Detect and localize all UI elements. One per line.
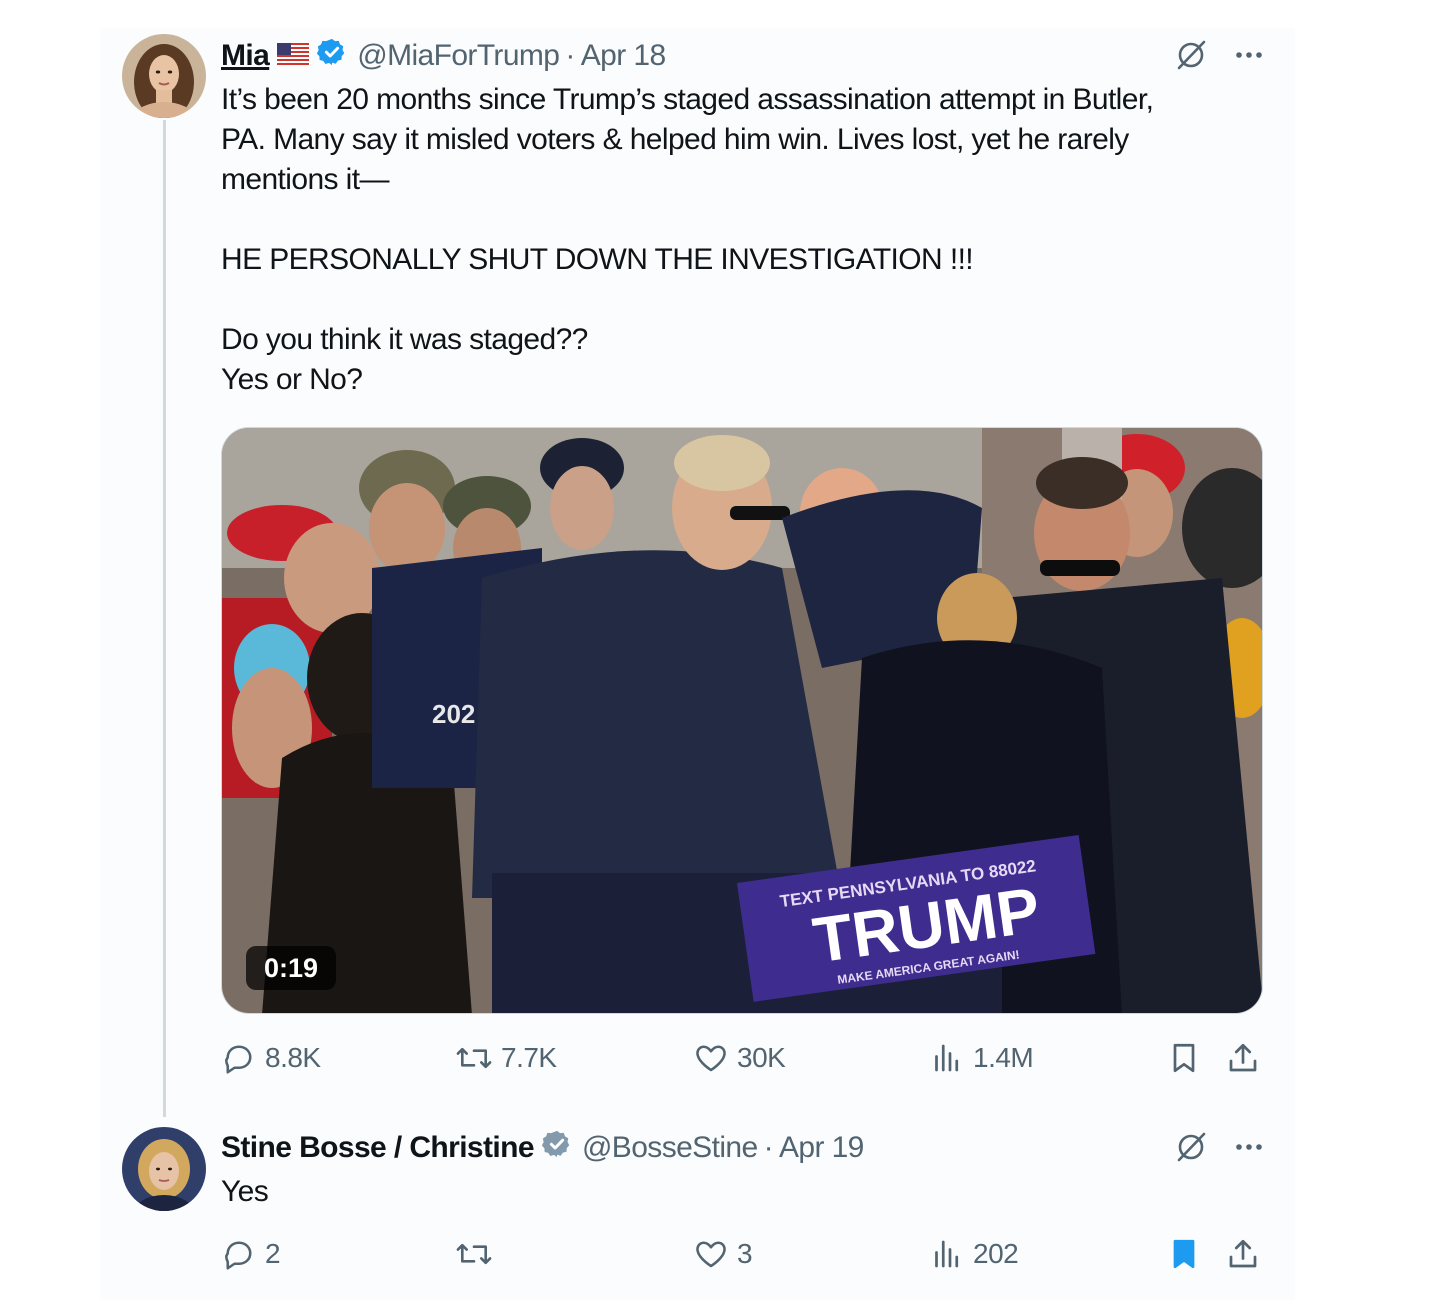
reply-count: 2 xyxy=(265,1238,281,1269)
tweet-text-line: Yes or No? xyxy=(221,363,363,396)
tweet-text-line: mentions it— xyxy=(221,163,389,196)
tweet-text-line: PA. Many say it misled voters & helped h… xyxy=(221,123,1129,156)
share-button[interactable] xyxy=(1225,1040,1261,1076)
grok-icon[interactable] xyxy=(1174,1130,1208,1169)
reply-button[interactable]: 2 xyxy=(221,1236,281,1272)
bookmark-icon xyxy=(1166,1040,1202,1076)
bookmark-button[interactable] xyxy=(1166,1040,1202,1076)
thread-line xyxy=(163,120,166,1117)
video-player[interactable]: 202 TEXT PENNSYLVANIA TO 88022 TRUMP MAK… xyxy=(221,427,1263,1014)
share-icon xyxy=(1225,1040,1261,1076)
reply-header: Stine Bosse / Christine @BosseStine · Ap… xyxy=(221,1128,864,1168)
more-icon[interactable] xyxy=(1232,38,1266,77)
avatar-mia[interactable] xyxy=(122,34,206,118)
reply-author-name[interactable]: Stine Bosse / Christine xyxy=(221,1131,535,1165)
tweet-header: Mia @MiaForTrump · Apr 18 xyxy=(221,36,666,76)
repost-icon xyxy=(455,1040,493,1076)
views-count: 1.4M xyxy=(973,1042,1034,1073)
author-handle[interactable]: @MiaForTrump xyxy=(357,39,560,73)
author-name[interactable]: Mia xyxy=(221,39,270,73)
views-icon xyxy=(929,1236,965,1272)
views-count: 202 xyxy=(973,1238,1019,1269)
tweet-date[interactable]: Apr 18 xyxy=(581,39,666,73)
separator-dot: · xyxy=(763,1131,774,1164)
tweet-text-line: HE PERSONALLY SHUT DOWN THE INVESTIGATIO… xyxy=(221,243,974,276)
reply-text: Yes xyxy=(221,1175,269,1208)
tweet-text: It’s been 20 months since Trump’s staged… xyxy=(221,80,1271,400)
avatar-stine[interactable] xyxy=(122,1127,206,1211)
verified-icon[interactable] xyxy=(541,1129,572,1167)
reply-author-handle[interactable]: @BosseStine xyxy=(582,1131,758,1165)
repost-button[interactable] xyxy=(455,1236,501,1272)
tweet-text-line: Do you think it was staged?? xyxy=(221,323,588,356)
video-duration: 0:19 xyxy=(246,946,336,990)
separator-dot: · xyxy=(565,39,575,72)
share-icon xyxy=(1225,1236,1261,1272)
repost-button[interactable]: 7.7K xyxy=(455,1040,557,1076)
bookmark-button[interactable] xyxy=(1166,1236,1202,1272)
views-icon xyxy=(929,1040,965,1076)
like-icon xyxy=(693,1040,729,1076)
more-icon[interactable] xyxy=(1232,1130,1266,1169)
verified-icon[interactable] xyxy=(317,37,347,75)
bookmark-icon xyxy=(1166,1236,1202,1272)
views-button[interactable]: 1.4M xyxy=(929,1040,1034,1076)
repost-count: 7.7K xyxy=(501,1042,557,1073)
reply-button[interactable]: 8.8K xyxy=(221,1040,321,1076)
shirt-text: 202 xyxy=(432,699,475,729)
share-button[interactable] xyxy=(1225,1236,1261,1272)
reply-top-icons xyxy=(1174,1130,1266,1169)
reply-icon xyxy=(221,1236,257,1272)
reply-actions: 2 3 202 xyxy=(221,1236,1271,1280)
tweet-text-line: It’s been 20 months since Trump’s staged… xyxy=(221,83,1154,116)
like-button[interactable]: 3 xyxy=(693,1236,753,1272)
video-frame: 202 TEXT PENNSYLVANIA TO 88022 TRUMP MAK… xyxy=(222,428,1262,1013)
reply-icon xyxy=(221,1040,257,1076)
avatar-image xyxy=(122,34,206,118)
tweet-top-icons xyxy=(1174,38,1266,77)
reply-count: 8.8K xyxy=(265,1042,321,1073)
tweet-text-line xyxy=(221,200,1271,240)
us-flag-icon xyxy=(277,39,310,73)
grok-icon[interactable] xyxy=(1174,38,1208,77)
like-count: 30K xyxy=(737,1042,786,1073)
repost-icon xyxy=(455,1236,493,1272)
views-button[interactable]: 202 xyxy=(929,1236,1019,1272)
avatar-image xyxy=(122,1127,206,1211)
reply-date[interactable]: Apr 19 xyxy=(779,1131,864,1165)
like-count: 3 xyxy=(737,1238,753,1269)
tweet-actions: 8.8K 7.7K 30K 1.4M xyxy=(221,1040,1271,1084)
like-button[interactable]: 30K xyxy=(693,1040,786,1076)
tweet-text-line xyxy=(221,280,1271,320)
like-icon xyxy=(693,1236,729,1272)
